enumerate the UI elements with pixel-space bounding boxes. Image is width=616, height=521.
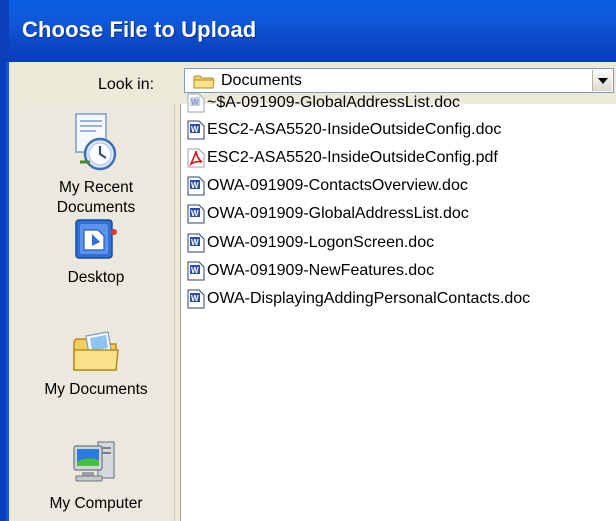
place-label-line: Desktop <box>67 269 125 286</box>
svg-text:W: W <box>191 181 199 190</box>
file-name: ESC2-ASA5520-InsideOutsideConfig.doc <box>207 120 502 138</box>
place-my-documents[interactable]: My Documents <box>18 328 174 400</box>
file-item[interactable]: W OWA-091909-GlobalAddressList.doc <box>187 202 469 225</box>
places-bar: My Recent Documents Desktop My Documents <box>18 104 175 521</box>
file-item[interactable]: W ~$A-091909-GlobalAddressList.doc <box>187 91 460 114</box>
file-list[interactable]: W ~$A-091909-GlobalAddressList.doc W ESC… <box>180 93 616 521</box>
place-label-line: My Computer <box>49 495 143 512</box>
file-item[interactable]: W OWA-091909-NewFeatures.doc <box>187 259 434 282</box>
look-in-label: Look in: <box>98 76 155 93</box>
my-computer-icon <box>73 441 115 482</box>
my-documents-icon <box>73 331 119 371</box>
look-in-value: Documents <box>221 72 302 89</box>
svg-text:W: W <box>191 294 199 303</box>
file-item[interactable]: W OWA-DisplayingAddingPersonalContacts.d… <box>187 287 530 310</box>
file-item[interactable]: ESC2-ASA5520-InsideOutsideConfig.pdf <box>187 146 498 169</box>
word-document-icon: W <box>187 233 205 252</box>
file-item[interactable]: W OWA-091909-ContactsOverview.doc <box>187 174 468 197</box>
desktop-icon <box>75 219 117 259</box>
word-document-icon: W <box>187 93 205 112</box>
window-title: Choose File to Upload <box>22 17 257 42</box>
file-item[interactable]: W ESC2-ASA5520-InsideOutsideConfig.doc <box>187 118 501 141</box>
place-my-recent-documents[interactable]: My Recent Documents <box>18 112 174 218</box>
file-name: OWA-091909-GlobalAddressList.doc <box>207 204 469 222</box>
svg-text:W: W <box>191 98 199 107</box>
file-item[interactable]: W OWA-091909-LogonScreen.doc <box>187 231 434 254</box>
word-document-icon: W <box>187 289 205 308</box>
file-name: OWA-091909-LogonScreen.doc <box>207 233 435 251</box>
folder-icon <box>193 75 215 89</box>
place-my-computer[interactable]: My Computer <box>18 438 174 514</box>
pdf-document-icon <box>187 148 205 167</box>
place-label-line: My Documents <box>44 381 148 398</box>
word-document-icon: W <box>187 176 205 195</box>
look-in-dropdown[interactable]: Documents <box>184 68 614 93</box>
file-name: OWA-091909-NewFeatures.doc <box>207 261 435 279</box>
place-label-line: Documents <box>56 199 136 216</box>
svg-text:W: W <box>191 125 199 134</box>
title-bar[interactable]: Choose File to Upload <box>9 0 616 62</box>
file-name: OWA-DisplayingAddingPersonalContacts.doc <box>207 289 531 307</box>
place-label-line: My Recent <box>58 179 134 196</box>
file-name: ~$A-091909-GlobalAddressList.doc <box>207 93 461 111</box>
file-name: OWA-091909-ContactsOverview.doc <box>207 176 468 194</box>
svg-text:W: W <box>191 209 199 218</box>
recent-documents-icon <box>75 113 117 171</box>
file-name: ESC2-ASA5520-InsideOutsideConfig.pdf <box>207 148 498 166</box>
place-desktop[interactable]: Desktop <box>18 216 174 288</box>
word-document-icon: W <box>187 261 205 280</box>
chevron-down-icon[interactable] <box>592 70 612 91</box>
svg-text:W: W <box>191 266 199 275</box>
svg-text:W: W <box>191 238 199 247</box>
word-document-icon: W <box>187 120 205 139</box>
word-document-icon: W <box>187 204 205 223</box>
